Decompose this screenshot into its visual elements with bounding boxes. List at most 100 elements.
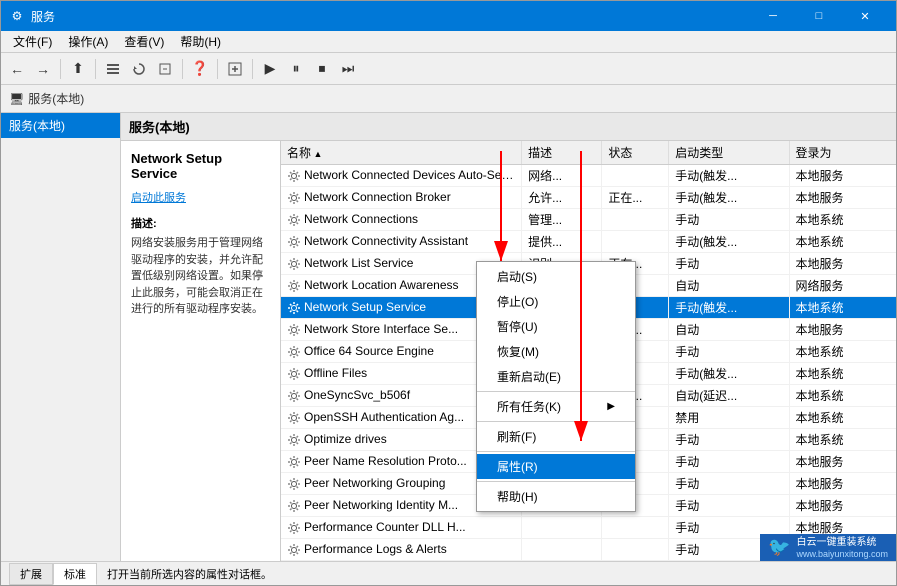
menu-help[interactable]: 帮助(H) [172,31,229,52]
gear-row-icon [287,191,301,205]
tab-standard[interactable]: 标准 [53,563,97,585]
start-service-link[interactable]: 启动此服务 [131,192,186,204]
cell-name: Performance Logs & Alerts [281,539,522,561]
desc-description: 网络安装服务用于管理网络驱动程序的安装，并允许配置低级别网络设置。如果停止此服务… [131,235,270,318]
cell-logon: 本地服务 [789,165,896,187]
menu-view[interactable]: 查看(V) [116,31,172,52]
maximize-button[interactable]: □ [796,1,842,31]
cell-logon: 本地服务 [789,495,896,517]
ctx-label: 停止(O) [497,293,538,310]
cell-startup: 手动(触发... [669,187,789,209]
minimize-button[interactable]: ─ [750,1,796,31]
cell-startup: 自动 [669,275,789,297]
cell-logon: 本地服务 [789,473,896,495]
ctx-label: 启动(S) [497,268,537,285]
col-name[interactable]: 名称 [281,141,522,165]
refresh-button[interactable] [127,57,151,81]
services-list: 名称 描述 状态 启动类型 登录为 Network Connected Devi… [281,141,896,561]
submenu-arrow-icon: ▶ [607,401,615,412]
table-row[interactable]: Network Connectivity Assistant 提供... 手动(… [281,231,896,253]
ctx-label: 重新启动(E) [497,368,561,385]
table-header: 名称 描述 状态 启动类型 登录为 [281,141,896,165]
gear-row-icon [287,169,301,183]
up-button[interactable]: ⬆ [66,57,90,81]
ctx-label: 帮助(H) [497,488,538,505]
gear-row-icon [287,455,301,469]
restart-button[interactable]: ⏭ [336,57,360,81]
cell-logon: 本地系统 [789,385,896,407]
col-startup[interactable]: 启动类型 [669,141,789,165]
back-button[interactable]: ← [5,57,29,81]
forward-button[interactable]: → [31,57,55,81]
cell-startup: 禁用 [669,407,789,429]
list-icon [106,62,120,76]
cell-status [602,209,669,231]
stop-button[interactable]: ⏹ [310,57,334,81]
ctx-item-s[interactable]: 启动(S) [477,264,635,289]
cell-name: Phone Service [281,561,522,562]
play-button[interactable]: ▶ [258,57,282,81]
cell-startup: 手动 [669,429,789,451]
cell-status [602,517,669,539]
services-body: Network Setup Service 启动此服务 描述: 网络安装服务用于… [121,141,896,561]
ctx-item-u[interactable]: 暂停(U) [477,314,635,339]
tab-expand[interactable]: 扩展 [9,563,53,585]
cell-startup: 手动 [669,495,789,517]
export-button[interactable] [153,57,177,81]
close-button[interactable]: ✕ [842,1,888,31]
table-row[interactable]: Phone Service 在设... 手动(触发... 本地服务 [281,561,896,562]
status-tabs: 扩展 标准 [9,563,97,585]
cell-startup: 手动(触发... [669,561,789,562]
gear-row-icon [287,235,301,249]
toolbar-separator-2 [95,59,96,79]
desc-section-label: 描述: [131,215,270,231]
cell-startup: 手动 [669,253,789,275]
menu-action[interactable]: 操作(A) [60,31,116,52]
window-icon: ⚙ [9,8,25,24]
show-hide-button[interactable] [101,57,125,81]
sidebar: 服务(本地) [1,113,121,561]
ctx-item-k[interactable]: 所有任务(K)▶ [477,394,635,419]
ctx-item-m[interactable]: 恢复(M) [477,339,635,364]
ctx-item-o[interactable]: 停止(O) [477,289,635,314]
ctx-separator [477,391,635,392]
table-row[interactable]: Network Connection Broker 允许... 正在... 手动… [281,187,896,209]
cell-startup: 手动 [669,341,789,363]
cell-startup: 手动 [669,473,789,495]
gear-row-icon [287,389,301,403]
table-row[interactable]: Performance Counter DLL H... 手动 本地服务 [281,517,896,539]
ctx-label: 刷新(F) [497,428,536,445]
ctx-label: 暂停(U) [497,318,538,335]
gear-row-icon [287,345,301,359]
cell-name: Network Connectivity Assistant [281,231,522,253]
ctx-item-h[interactable]: 帮助(H) [477,484,635,509]
menu-file[interactable]: 文件(F) [5,31,60,52]
toolbar-separator-1 [60,59,61,79]
refresh-icon [132,62,146,76]
table-row[interactable]: Performance Logs & Alerts 手动 本地服务 [281,539,896,561]
pause-button[interactable]: ⏸ [284,57,308,81]
col-logon[interactable]: 登录为 [789,141,896,165]
sidebar-item-local[interactable]: 服务(本地) [1,113,120,138]
col-desc[interactable]: 描述 [522,141,602,165]
window-title: 服务 [31,8,750,25]
new-button[interactable] [223,57,247,81]
ctx-item-r[interactable]: 属性(R) [477,454,635,479]
ctx-item-e[interactable]: 重新启动(E) [477,364,635,389]
col-status[interactable]: 状态 [602,141,669,165]
gear-row-icon [287,367,301,381]
toolbar-separator-5 [252,59,253,79]
gear-row-icon [287,323,301,337]
ctx-item-f[interactable]: 刷新(F) [477,424,635,449]
ctx-label: 恢复(M) [497,343,539,360]
table-row[interactable]: Network Connections 管理... 手动 本地系统 [281,209,896,231]
gear-row-icon [287,213,301,227]
help-button[interactable]: ❓ [188,57,212,81]
context-menu: 启动(S) 停止(O) 暂停(U) 恢复(M) 重新启动(E) 所有任务(K)▶ 刷新(F)… [476,261,636,512]
window-controls: ─ □ ✕ [750,1,888,31]
gear-row-icon [287,411,301,425]
cell-logon: 本地系统 [789,209,896,231]
ctx-separator [477,451,635,452]
services-panel-title: 服务(本地) [129,120,190,135]
table-row[interactable]: Network Connected Devices Auto-Setup 网络.… [281,165,896,187]
